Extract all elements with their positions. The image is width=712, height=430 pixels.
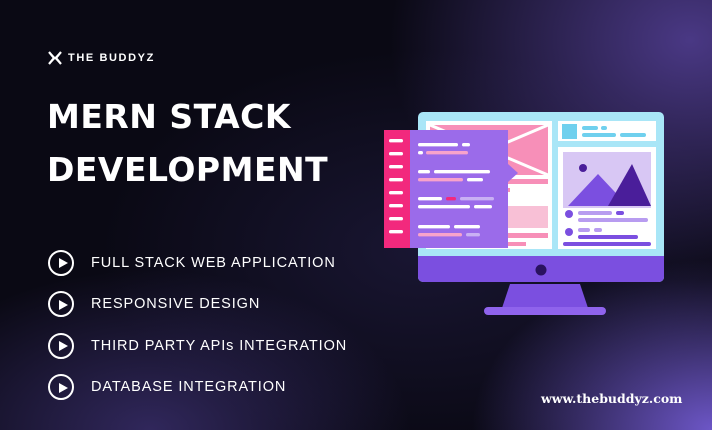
code-panel: [384, 130, 518, 248]
x-logo-icon: [48, 51, 62, 65]
feature-item: DATABASE INTEGRATION: [48, 374, 347, 401]
play-circle-icon: [48, 249, 74, 276]
feature-label: RESPONSIVE DESIGN: [91, 296, 261, 312]
monitor-code-illustration: [384, 112, 664, 315]
feature-item: FULL STACK WEB APPLICATION: [48, 249, 347, 276]
feature-list: FULL STACK WEB APPLICATION RESPONSIVE DE…: [48, 249, 347, 415]
feature-label: THIRD PARTY APIs INTEGRATION: [91, 337, 348, 354]
page-title: MERN STACK DEVELOPMENT: [47, 90, 328, 196]
play-circle-icon: [48, 291, 74, 317]
title-line-2: DEVELOPMENT: [47, 150, 329, 189]
play-circle-icon: [48, 374, 74, 400]
feature-item: RESPONSIVE DESIGN: [48, 291, 347, 318]
monitor-stand: [484, 284, 606, 315]
play-circle-icon: [48, 332, 74, 359]
title-line-1: MERN STACK: [47, 97, 291, 136]
feature-label: DATABASE INTEGRATION: [91, 379, 287, 395]
brand: THE BUDDYZ: [48, 51, 155, 65]
feature-label: FULL STACK WEB APPLICATION: [91, 254, 336, 271]
feature-item: THIRD PARTY APIs INTEGRATION: [48, 332, 347, 359]
brand-name: THE BUDDYZ: [68, 52, 155, 64]
website-url: www.thebuddyz.com: [541, 391, 683, 406]
